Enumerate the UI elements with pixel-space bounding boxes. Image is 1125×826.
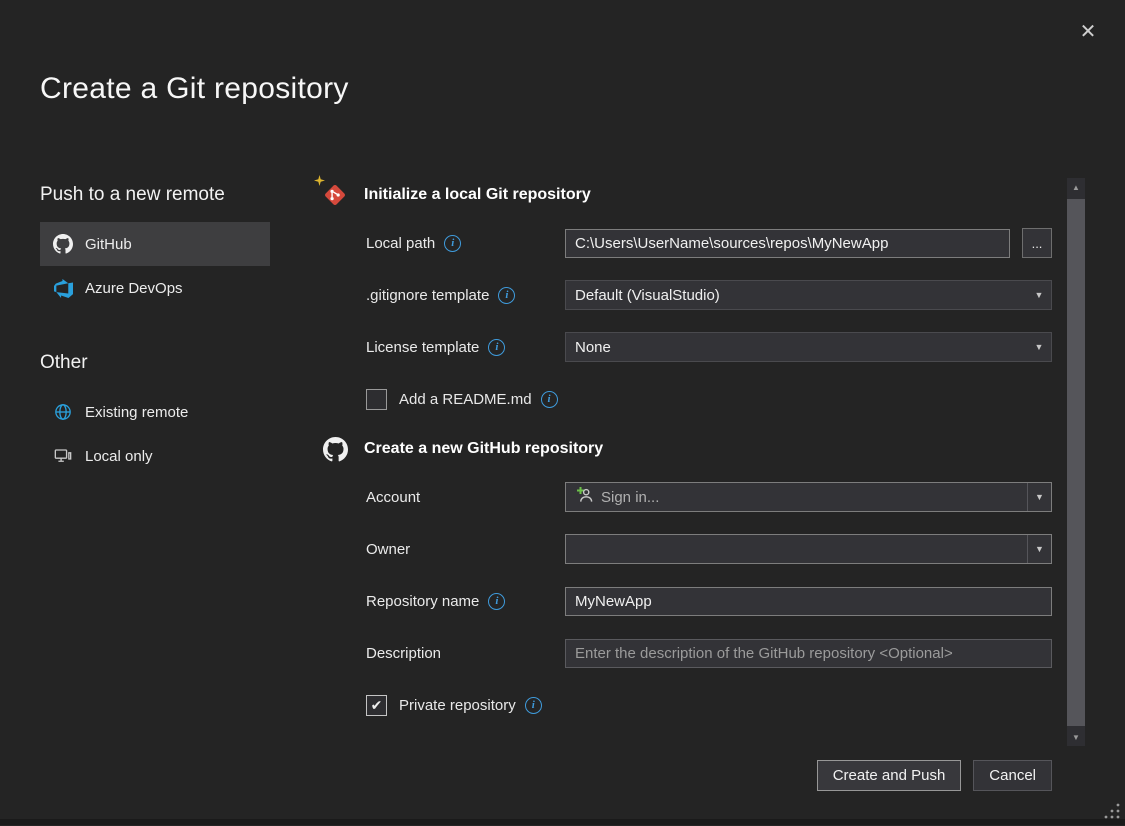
description-input[interactable] — [565, 639, 1052, 668]
close-icon: ✕ — [1080, 19, 1097, 44]
description-row: Description — [366, 638, 1052, 668]
monitor-icon — [53, 446, 73, 466]
info-icon[interactable]: i — [488, 593, 505, 610]
chevron-down-icon: ▼ — [1027, 281, 1051, 309]
account-placeholder: Sign in... — [601, 489, 659, 506]
repository-name-input[interactable] — [565, 587, 1052, 616]
resize-grip[interactable] — [1102, 801, 1122, 821]
sidebar-item-label: Local only — [85, 448, 153, 465]
info-icon[interactable]: i — [541, 391, 558, 408]
create-github-repo-section: Create a new GitHub repository Account — [322, 436, 1052, 720]
chevron-down-icon: ▼ — [1027, 535, 1051, 563]
create-and-push-button[interactable]: Create and Push — [817, 760, 962, 791]
github-icon — [53, 234, 73, 254]
gitignore-template-label: .gitignore template — [366, 287, 489, 304]
github-mark-icon — [322, 436, 348, 462]
globe-icon — [53, 402, 73, 422]
page-title: Create a Git repository — [40, 72, 349, 106]
gitignore-template-select[interactable]: Default (VisualStudio) ▼ — [565, 280, 1052, 310]
readme-label: Add a README.md — [399, 391, 532, 408]
chevron-down-icon: ▼ — [1027, 483, 1051, 511]
license-template-label: License template — [366, 339, 479, 356]
sidebar: Push to a new remote GitHub Azure DevOps… — [40, 184, 270, 478]
github-section-title: Create a new GitHub repository — [364, 440, 603, 458]
create-git-repository-dialog: ✕ Create a Git repository Push to a new … — [0, 0, 1125, 825]
account-row: Account Sign in... ▼ — [366, 482, 1052, 512]
sidebar-item-local-only[interactable]: Local only — [40, 434, 270, 478]
license-template-value: None — [575, 339, 611, 356]
owner-select[interactable]: ▼ — [565, 534, 1052, 564]
push-section-title: Push to a new remote — [40, 184, 270, 206]
azure-devops-icon — [53, 278, 73, 298]
local-path-input[interactable] — [565, 229, 1010, 258]
private-repository-checkbox[interactable]: ✔ — [366, 695, 387, 716]
init-local-repo-section: Initialize a local Git repository Local … — [322, 182, 1052, 414]
owner-label: Owner — [366, 541, 410, 558]
sparkle-icon — [314, 175, 325, 186]
readme-row: Add a README.md i — [366, 384, 1052, 414]
chevron-down-icon: ▼ — [1027, 333, 1051, 361]
info-icon[interactable]: i — [525, 697, 542, 714]
close-button[interactable]: ✕ — [1071, 14, 1105, 48]
info-icon[interactable]: i — [444, 235, 461, 252]
local-path-label: Local path — [366, 235, 435, 252]
main-panel: Initialize a local Git repository Local … — [322, 182, 1052, 742]
git-repository-icon — [322, 182, 348, 208]
description-label: Description — [366, 645, 441, 662]
sidebar-item-label: GitHub — [85, 236, 132, 253]
account-label: Account — [366, 489, 420, 506]
license-template-row: License template i None ▼ — [366, 332, 1052, 362]
browse-button[interactable]: ... — [1022, 228, 1052, 258]
sidebar-item-existing-remote[interactable]: Existing remote — [40, 390, 270, 434]
repository-name-row: Repository name i — [366, 586, 1052, 616]
scrollbar[interactable]: ▲ ▼ — [1067, 178, 1085, 746]
scrollbar-up-button[interactable]: ▲ — [1067, 178, 1085, 196]
repository-name-label: Repository name — [366, 593, 479, 610]
scrollbar-thumb[interactable] — [1067, 199, 1085, 726]
sidebar-item-azure-devops[interactable]: Azure DevOps — [40, 266, 270, 310]
cancel-button[interactable]: Cancel — [973, 760, 1052, 791]
owner-row: Owner ▼ — [366, 534, 1052, 564]
readme-checkbox[interactable] — [366, 389, 387, 410]
private-repository-row: ✔ Private repository i — [366, 690, 1052, 720]
checkmark-icon: ✔ — [371, 697, 383, 714]
scrollbar-down-button[interactable]: ▼ — [1067, 728, 1085, 746]
init-section-title: Initialize a local Git repository — [364, 186, 591, 204]
footer: Create and Push Cancel — [817, 760, 1052, 791]
account-select[interactable]: Sign in... ▼ — [565, 482, 1052, 512]
gitignore-template-row: .gitignore template i Default (VisualStu… — [366, 280, 1052, 310]
license-template-select[interactable]: None ▼ — [565, 332, 1052, 362]
sidebar-item-label: Azure DevOps — [85, 280, 183, 297]
local-path-row: Local path i ... — [366, 228, 1052, 258]
other-section-title: Other — [40, 352, 270, 374]
gitignore-template-value: Default (VisualStudio) — [575, 287, 720, 304]
info-icon[interactable]: i — [498, 287, 515, 304]
info-icon[interactable]: i — [488, 339, 505, 356]
private-repository-label: Private repository — [399, 697, 516, 714]
sidebar-item-label: Existing remote — [85, 404, 188, 421]
sign-in-user-icon — [575, 486, 593, 508]
status-bar — [0, 819, 1125, 825]
sidebar-item-github[interactable]: GitHub — [40, 222, 270, 266]
